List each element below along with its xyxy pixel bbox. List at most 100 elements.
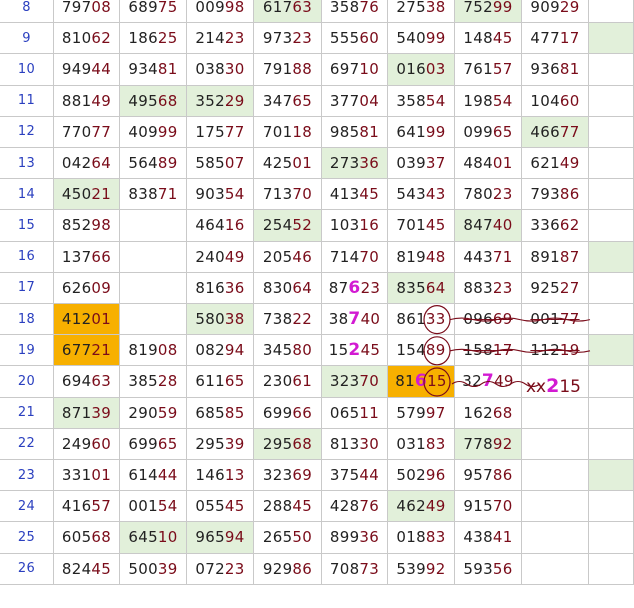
result-cell: 92986 <box>254 553 322 585</box>
result-cell: 81948 <box>388 241 455 273</box>
result-cell: 86133 <box>388 304 455 336</box>
annotation-magenta-digit: 2 <box>546 375 560 397</box>
result-number: 46416 <box>195 216 245 235</box>
result-cell: 46677 <box>522 116 589 148</box>
result-cell: 29539 <box>187 428 254 460</box>
result-number: 68585 <box>195 403 245 422</box>
result-number: 20546 <box>262 247 313 266</box>
row-label: 25 <box>0 522 54 554</box>
result-cell: 90929 <box>522 0 589 24</box>
result-number: 41657 <box>61 497 112 516</box>
annotation-prefix: xx <box>526 377 547 397</box>
result-number: 87139 <box>61 403 112 422</box>
result-cell <box>522 522 589 554</box>
result-cell: 13766 <box>54 241 120 273</box>
result-cell: 42501 <box>254 148 322 180</box>
result-number: 83064 <box>262 278 313 297</box>
result-number: 84740 <box>463 216 513 235</box>
result-number: 81330 <box>329 434 380 453</box>
result-cell: 04264 <box>54 148 120 180</box>
result-cell: 70118 <box>254 116 322 148</box>
result-cell: 76157 <box>455 54 522 86</box>
result-number: 13766 <box>61 247 112 266</box>
result-cell: 90354 <box>187 179 254 211</box>
result-cell: 59356 <box>455 553 522 585</box>
result-cell <box>589 241 634 273</box>
result-number: 27336 <box>329 154 380 173</box>
result-cell: 81330 <box>322 428 388 460</box>
result-cell: 88323 <box>455 272 522 304</box>
result-number: 29568 <box>262 434 313 453</box>
result-number: 11219 <box>530 341 580 360</box>
result-cell: 78023 <box>455 179 522 211</box>
result-cell: 69710 <box>322 54 388 86</box>
result-number: 92986 <box>262 559 313 578</box>
result-number: 33662 <box>530 216 580 235</box>
result-cell <box>589 0 634 24</box>
result-number: 81908 <box>128 341 178 360</box>
result-number: 70145 <box>396 216 446 235</box>
result-number: 24049 <box>195 247 245 266</box>
result-cell: 62149 <box>522 148 589 180</box>
result-cell: 58038 <box>187 304 254 336</box>
result-number: 81948 <box>396 247 446 266</box>
result-cell: 15489 <box>388 335 455 367</box>
result-number: 38528 <box>128 372 178 391</box>
result-number: 42876 <box>329 497 380 516</box>
result-number: 03183 <box>396 434 446 453</box>
result-cell: 15245 <box>322 335 388 367</box>
row-label: 11 <box>0 85 54 117</box>
result-number: 82445 <box>61 559 112 578</box>
result-cell: 89187 <box>522 241 589 273</box>
result-number: 06511 <box>329 403 380 422</box>
result-cell: 55560 <box>322 23 388 55</box>
result-cell <box>120 272 187 304</box>
result-cell: 33662 <box>522 210 589 242</box>
result-number: 29059 <box>128 403 178 422</box>
result-number: 44371 <box>463 247 513 266</box>
result-cell: 81636 <box>187 272 254 304</box>
result-cell: 35876 <box>322 0 388 24</box>
result-cell: 64510 <box>120 522 187 554</box>
result-cell: 18625 <box>120 23 187 55</box>
result-number: 15245 <box>328 340 381 361</box>
result-number: 28845 <box>262 497 313 516</box>
result-number: 35229 <box>195 91 245 110</box>
result-cell <box>522 428 589 460</box>
result-number: 70873 <box>329 559 380 578</box>
result-number: 77892 <box>463 434 513 453</box>
result-cell: 79188 <box>254 54 322 86</box>
result-cell: 17577 <box>187 116 254 148</box>
result-number: 23061 <box>262 372 313 391</box>
result-cell: 83564 <box>388 272 455 304</box>
result-cell: 01883 <box>388 522 455 554</box>
row-label: 16 <box>0 241 54 273</box>
result-number: 14613 <box>195 466 245 485</box>
result-cell: 32369 <box>254 460 322 492</box>
result-number: 41201 <box>61 310 112 329</box>
result-number: 95786 <box>463 466 513 485</box>
result-cell: 85298 <box>54 210 120 242</box>
result-cell: 50296 <box>388 460 455 492</box>
result-number: 71470 <box>329 247 380 266</box>
result-cell: 00177 <box>522 304 589 336</box>
result-cell: 77892 <box>455 428 522 460</box>
result-cell: 32749 <box>455 366 522 398</box>
result-cell: 29059 <box>120 397 187 429</box>
result-cell: 32370 <box>322 366 388 398</box>
result-cell: 70873 <box>322 553 388 585</box>
result-cell <box>120 241 187 273</box>
result-number: 79708 <box>61 0 112 17</box>
result-number: 58038 <box>195 310 245 329</box>
result-cell: 46249 <box>388 491 455 523</box>
result-number: 10460 <box>530 91 580 110</box>
result-number: 29539 <box>195 434 245 453</box>
result-number: 01883 <box>396 528 446 547</box>
result-number: 81636 <box>195 278 245 297</box>
result-cell: 62609 <box>54 272 120 304</box>
row-label: 13 <box>0 148 54 180</box>
result-number: 27538 <box>396 0 446 17</box>
result-cell <box>589 210 634 242</box>
result-cell: 70145 <box>388 210 455 242</box>
result-cell: 50039 <box>120 553 187 585</box>
